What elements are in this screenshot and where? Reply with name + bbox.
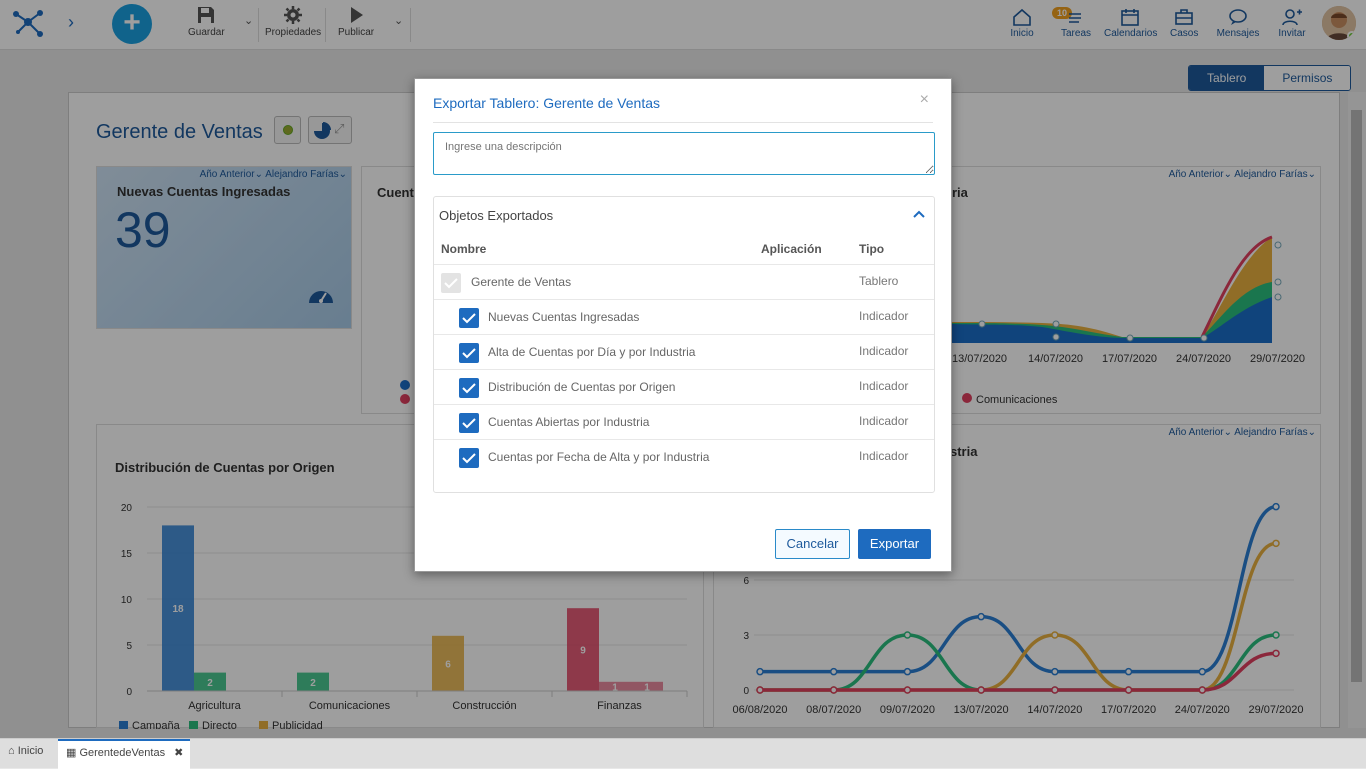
table-row: Gerente de Ventas Tablero <box>434 264 934 299</box>
row-checkbox[interactable] <box>459 378 479 398</box>
tab-home[interactable]: ⌂ Inicio <box>0 739 58 769</box>
table-row: Cuentas Abiertas por Industria Indicador <box>434 404 934 439</box>
row-name: Alta de Cuentas por Día y por Industria <box>488 345 696 359</box>
panel-title: Objetos Exportados <box>439 208 554 223</box>
column-type: Tipo <box>859 242 885 256</box>
check-icon <box>462 453 476 464</box>
row-type: Tablero <box>859 274 899 288</box>
row-type: Indicador <box>859 309 909 323</box>
description-input[interactable] <box>433 132 935 175</box>
table-row: Cuentas por Fecha de Alta y por Industri… <box>434 439 934 474</box>
export-dialog: Exportar Tablero: Gerente de Ventas × Ob… <box>414 78 952 572</box>
row-type: Indicador <box>859 414 909 428</box>
check-icon <box>462 418 476 429</box>
row-type: Indicador <box>859 379 909 393</box>
dialog-divider <box>433 122 933 123</box>
check-icon <box>462 383 476 394</box>
table-row: Alta de Cuentas por Día y por Industria … <box>434 334 934 369</box>
tab-home-label: Inicio <box>17 745 44 757</box>
dialog-title: Exportar Tablero: Gerente de Ventas <box>433 95 660 111</box>
export-button[interactable]: Exportar <box>858 529 931 559</box>
column-application: Aplicación <box>761 242 822 256</box>
check-icon <box>462 348 476 359</box>
row-name: Cuentas Abiertas por Industria <box>488 415 650 429</box>
table-row: Nuevas Cuentas Ingresadas Indicador <box>434 299 934 334</box>
row-name: Nuevas Cuentas Ingresadas <box>488 310 640 324</box>
table-row: Distribución de Cuentas por Origen Indic… <box>434 369 934 404</box>
cancel-button[interactable]: Cancelar <box>775 529 850 559</box>
grid-icon: ▦ <box>66 747 77 759</box>
row-checkbox <box>441 273 461 293</box>
home-icon: ⌂ <box>8 745 15 757</box>
close-tab-icon[interactable]: ✖ <box>174 747 183 759</box>
row-name: Gerente de Ventas <box>471 275 572 289</box>
exported-objects-panel: Objetos Exportados Nombre Aplicación Tip… <box>433 196 935 493</box>
row-checkbox[interactable] <box>459 413 479 433</box>
row-checkbox[interactable] <box>459 448 479 468</box>
bottom-tab-bar: ⌂ Inicio ▦ GerentedeVentas ✖ <box>0 738 1366 769</box>
column-name: Nombre <box>441 242 487 256</box>
row-name: Distribución de Cuentas por Origen <box>488 380 676 394</box>
row-type: Indicador <box>859 344 909 358</box>
row-checkbox[interactable] <box>459 343 479 363</box>
row-type: Indicador <box>859 449 909 463</box>
row-checkbox[interactable] <box>459 308 479 328</box>
row-name: Cuentas por Fecha de Alta y por Industri… <box>488 450 710 464</box>
check-icon <box>444 278 458 289</box>
check-icon <box>462 313 476 324</box>
chevron-up-icon[interactable] <box>913 210 925 218</box>
close-icon[interactable]: × <box>920 91 929 109</box>
tab-label: GerentedeVentas <box>79 747 166 759</box>
tab-gerente-de-ventas[interactable]: ▦ GerentedeVentas ✖ <box>58 739 190 769</box>
